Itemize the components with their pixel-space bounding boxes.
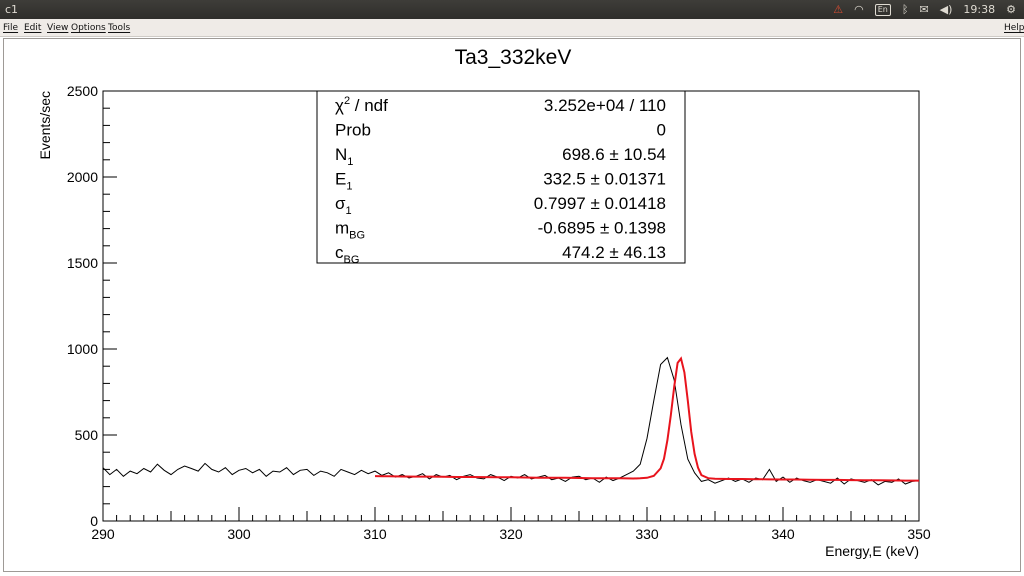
- x-axis-label: Energy,E (keV): [825, 543, 919, 559]
- fit-curve-series: [374, 356, 919, 482]
- menu-options[interactable]: Options: [71, 19, 106, 37]
- y-tick-label: 1000: [67, 341, 98, 357]
- power-gear-icon[interactable]: ⚙: [1006, 0, 1016, 19]
- menu-bar: File Edit View Options Tools Help: [0, 19, 1024, 37]
- chart-title: Ta3_332keV: [455, 46, 572, 69]
- root-canvas[interactable]: Ta3_332keV 290 300 310 320 330 340 350 0 500 1000…: [3, 38, 1021, 572]
- wifi-icon[interactable]: ◠: [854, 0, 864, 19]
- network-alert-icon[interactable]: ⚠: [833, 0, 843, 19]
- menu-tools[interactable]: Tools: [108, 19, 130, 37]
- window-title: c1: [5, 3, 19, 16]
- stats-param-value: -0.6895 ± 0.1398: [538, 219, 666, 238]
- histogram-plot[interactable]: Ta3_332keV 290 300 310 320 330 340 35005001000…: [4, 39, 1020, 571]
- clock[interactable]: 19:38: [963, 0, 995, 19]
- stats-param-value: 698.6 ± 10.54: [562, 145, 666, 164]
- y-tick-label: 2500: [67, 83, 98, 99]
- y-tick-label: 500: [75, 427, 99, 443]
- y-tick-label: 1500: [67, 255, 98, 271]
- x-tick-label: 330: [635, 526, 659, 542]
- y-axis-label: Events/sec: [37, 91, 53, 159]
- stats-param-value: 332.5 ± 0.01371: [543, 170, 666, 189]
- x-tick-label: 300: [227, 526, 251, 542]
- menu-file[interactable]: File: [3, 19, 18, 37]
- x-tick-label: 340: [771, 526, 795, 542]
- mail-icon[interactable]: ✉: [919, 0, 928, 19]
- data-histogram-series: [102, 356, 920, 486]
- y-tick-label: 2000: [67, 169, 98, 185]
- stats-param-name: Prob: [335, 121, 371, 140]
- volume-icon[interactable]: ◀): [940, 0, 953, 19]
- bluetooth-icon[interactable]: ᛒ: [902, 0, 909, 19]
- x-tick-label: 350: [907, 526, 931, 542]
- menu-help[interactable]: Help: [1004, 19, 1024, 37]
- stats-param-value: 0: [657, 121, 666, 140]
- x-tick-label: 310: [363, 526, 387, 542]
- stats-param-name: χ2 / ndf: [335, 95, 388, 115]
- x-tick-label: 320: [499, 526, 523, 542]
- stats-box[interactable]: χ2 / ndf 3.252e+04 / 110Prob 0N1 698.6 ± 10…: [316, 90, 686, 266]
- menu-view[interactable]: View: [47, 19, 68, 37]
- menu-edit[interactable]: Edit: [24, 19, 41, 37]
- system-tray: ⚠ ◠ En ᛒ ✉ ◀) 19:38 ⚙: [833, 0, 1016, 19]
- stats-param-value: 474.2 ± 46.13: [562, 243, 666, 262]
- stats-param-value: 3.252e+04 / 110: [544, 96, 666, 115]
- window-titlebar: c1 ⚠ ◠ En ᛒ ✉ ◀) 19:38 ⚙: [0, 0, 1024, 19]
- keyboard-layout-indicator[interactable]: En: [874, 3, 891, 16]
- stats-param-value: 0.7997 ± 0.01418: [534, 194, 666, 213]
- y-tick-label: 0: [90, 513, 98, 529]
